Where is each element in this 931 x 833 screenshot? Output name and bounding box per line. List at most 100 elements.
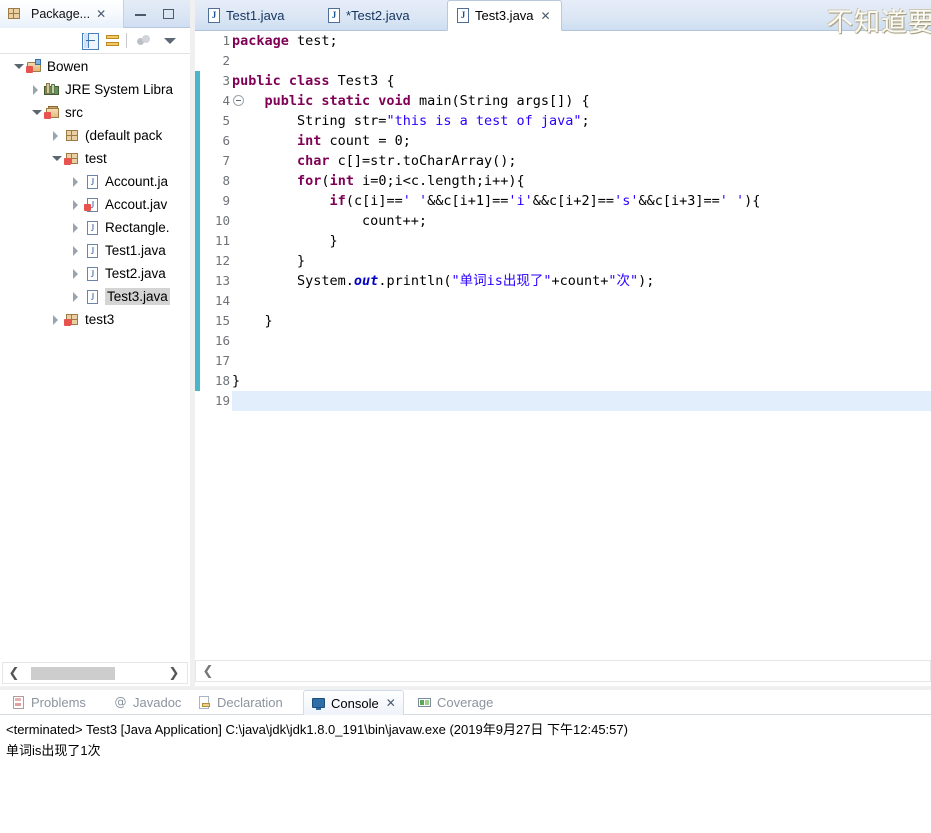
link-with-editor-icon[interactable]	[104, 33, 121, 50]
line-number: 7	[222, 151, 230, 171]
tab-test1-java[interactable]: J Test1.java	[199, 0, 295, 31]
tree-item-label: Test3.java	[105, 288, 170, 305]
tree-item-account-java[interactable]: J Account.ja	[0, 170, 182, 193]
console-output[interactable]: <terminated> Test3 [Java Application] C:…	[0, 715, 931, 833]
line-number: 16	[215, 331, 230, 351]
package-icon	[64, 151, 81, 167]
code-line-5: String str="this is a test of java";	[232, 111, 590, 131]
toolbar-divider	[126, 33, 127, 48]
editor-tab-label: Test3.java	[475, 8, 534, 23]
bottom-tab-label: Javadoc	[133, 695, 181, 710]
tree-item-test2-java[interactable]: J Test2.java	[0, 262, 182, 285]
twisty-collapsed-icon[interactable]	[48, 128, 64, 144]
tree-item-rectangle-java[interactable]: J Rectangle.	[0, 216, 182, 239]
eclipse-window: Package... ✕	[0, 0, 931, 833]
tree-item-bowen[interactable]: Bowen	[0, 55, 182, 78]
twisty-collapsed-icon[interactable]	[48, 312, 64, 328]
line-number: 11	[215, 231, 230, 251]
package-explorer-horizontal-scrollbar[interactable]: ❮ ❯	[2, 662, 188, 684]
problems-icon	[11, 695, 26, 710]
code-line-3: public class Test3 {	[232, 71, 395, 91]
package-explorer-toolbar	[0, 28, 190, 54]
tab-problems[interactable]: Problems	[4, 690, 93, 715]
twisty-expanded-icon[interactable]	[28, 105, 44, 121]
minimize-button[interactable]	[133, 6, 149, 22]
scroll-left-arrow-icon[interactable]: ❮	[3, 666, 25, 681]
tab-declaration[interactable]: Declaration	[190, 690, 290, 715]
tree-item-accout-java[interactable]: J Accout.jav	[0, 193, 182, 216]
console-icon	[311, 696, 326, 711]
package-explorer-tree[interactable]: Bowen JRE System Libra src	[0, 55, 182, 660]
bottom-tab-label: Console	[331, 696, 379, 711]
tab-test3-java[interactable]: J Test3.java ✕	[447, 0, 562, 31]
tab-coverage[interactable]: Coverage	[410, 690, 500, 715]
code-line-7: char c[]=str.toCharArray();	[232, 151, 516, 171]
tab-package-explorer[interactable]: Package... ✕	[0, 0, 124, 28]
line-number: 3	[222, 71, 230, 91]
line-number-gutter: 1 2 3 4 5 6 7 8 9 10 11 12 13 14 15 16 1…	[200, 31, 232, 656]
twisty-collapsed-icon[interactable]	[68, 243, 84, 259]
tree-item-test3-package[interactable]: test3	[0, 308, 182, 331]
scroll-left-arrow-icon[interactable]: ❮	[196, 664, 220, 679]
close-icon[interactable]: ✕	[96, 8, 106, 20]
twisty-collapsed-icon[interactable]	[68, 174, 84, 190]
scrollbar-thumb[interactable]	[31, 667, 115, 680]
tree-item-label: test	[85, 151, 107, 166]
line-number: 4	[222, 91, 230, 111]
tree-item-label: Bowen	[47, 59, 88, 74]
code-editor[interactable]: 1 2 3 4 5 6 7 8 9 10 11 12 13 14 15 16 1…	[195, 31, 931, 656]
tree-item-default-package[interactable]: (default pack	[0, 124, 182, 147]
project-icon	[26, 59, 43, 75]
maximize-button[interactable]	[161, 6, 177, 22]
java-file-error-icon: J	[84, 197, 101, 213]
coverage-icon	[417, 695, 432, 710]
javadoc-icon: @	[113, 695, 128, 710]
editor-horizontal-scrollbar[interactable]: ❮	[195, 660, 931, 682]
tree-item-jre-system-library[interactable]: JRE System Libra	[0, 78, 182, 101]
java-file-icon: J	[456, 8, 470, 23]
line-number: 17	[215, 351, 230, 371]
collapse-all-icon[interactable]	[82, 33, 99, 50]
tree-item-label: Test2.java	[105, 266, 166, 281]
line-number: 5	[222, 111, 230, 131]
twisty-collapsed-icon[interactable]	[28, 82, 44, 98]
line-number: 9	[222, 191, 230, 211]
package-icon	[64, 312, 81, 328]
tab-console[interactable]: Console ✕	[303, 690, 404, 715]
tree-item-label: JRE System Libra	[65, 82, 173, 97]
code-line-1: package test;	[232, 31, 338, 51]
twisty-collapsed-icon[interactable]	[68, 220, 84, 236]
line-number: 13	[215, 271, 230, 291]
code-line-18: }	[232, 371, 240, 391]
java-file-icon: J	[84, 289, 101, 305]
close-icon[interactable]: ✕	[541, 10, 551, 22]
line-number: 8	[222, 171, 230, 191]
scroll-right-arrow-icon[interactable]: ❯	[163, 666, 185, 681]
close-icon[interactable]: ✕	[386, 697, 396, 709]
code-line-10: count++;	[232, 211, 427, 231]
twisty-expanded-icon[interactable]	[48, 151, 64, 167]
twisty-collapsed-icon[interactable]	[68, 266, 84, 282]
twisty-expanded-icon[interactable]	[10, 59, 26, 75]
bottom-tab-label: Problems	[31, 695, 86, 710]
tab-javadoc[interactable]: @ Javadoc	[106, 690, 188, 715]
bottom-panel: Problems @ Javadoc Declaration Console ✕…	[0, 690, 931, 833]
tree-item-test-package[interactable]: test	[0, 147, 182, 170]
tab-test2-java[interactable]: J *Test2.java	[319, 0, 420, 31]
code-text[interactable]: package test; public class Test3 { publi…	[232, 31, 931, 656]
code-line-13: System.out.println("单词is出现了"+count+"次");	[232, 271, 654, 291]
twisty-collapsed-icon[interactable]	[68, 197, 84, 213]
view-menu-icon[interactable]	[136, 33, 153, 50]
code-line-9: if(c[i]==' '&&c[i+1]=='i'&&c[i+2]=='s'&&…	[232, 191, 760, 211]
tree-item-src[interactable]: src	[0, 101, 182, 124]
line-number: 2	[222, 51, 230, 71]
code-line-6: int count = 0;	[232, 131, 411, 151]
jre-library-icon	[44, 82, 61, 98]
chevron-down-icon[interactable]	[162, 33, 179, 50]
java-file-icon: J	[207, 8, 221, 23]
code-line-12: }	[232, 251, 305, 271]
tree-item-test3-java[interactable]: J Test3.java	[0, 285, 182, 308]
twisty-collapsed-icon[interactable]	[68, 289, 84, 305]
tree-item-test1-java[interactable]: J Test1.java	[0, 239, 182, 262]
code-line-15: }	[232, 311, 273, 331]
